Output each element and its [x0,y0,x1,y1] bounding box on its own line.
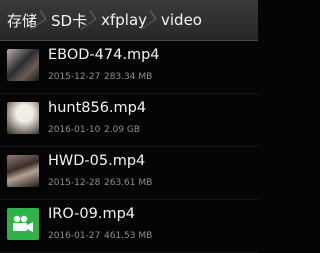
breadcrumb-xfplay[interactable]: xfplay [93,0,153,40]
file-name: hunt856.mp4 [48,100,147,116]
list-item[interactable]: HWD-05.mp4 2015-12-28 263.61 MB [0,147,258,200]
file-date: 2015-12-27 [48,72,101,82]
file-date: 2015-12-28 [48,178,101,188]
file-size: 283.34 MB [104,72,153,82]
video-thumbnail [7,155,39,187]
file-name: HWD-05.mp4 [48,153,146,169]
file-name: EBOD-474.mp4 [48,47,160,63]
file-date: 2016-01-10 [48,125,101,135]
file-name: IRO-09.mp4 [48,206,136,222]
list-item[interactable]: IRO-09.mp4 2016-01-27 461.53 MB [0,200,258,253]
file-date: 2016-01-27 [48,231,101,241]
breadcrumb: 存储 SD卡 xfplay video [0,0,258,41]
file-list: EBOD-474.mp4 2015-12-27 283.34 MB hunt85… [0,41,258,253]
video-thumbnail [7,102,39,134]
video-thumbnail [7,49,39,81]
breadcrumb-video[interactable]: video [153,0,208,40]
video-camera-icon [7,208,39,240]
file-size: 461.53 MB [104,231,153,241]
list-item[interactable]: hunt856.mp4 2016-01-10 2.09 GB [0,94,258,147]
breadcrumb-sd-card[interactable]: SD卡 [43,0,93,40]
breadcrumb-storage[interactable]: 存储 [0,0,43,40]
file-size: 2.09 GB [104,125,141,135]
file-size: 263.61 MB [104,178,153,188]
list-item[interactable]: EBOD-474.mp4 2015-12-27 283.34 MB [0,41,258,94]
